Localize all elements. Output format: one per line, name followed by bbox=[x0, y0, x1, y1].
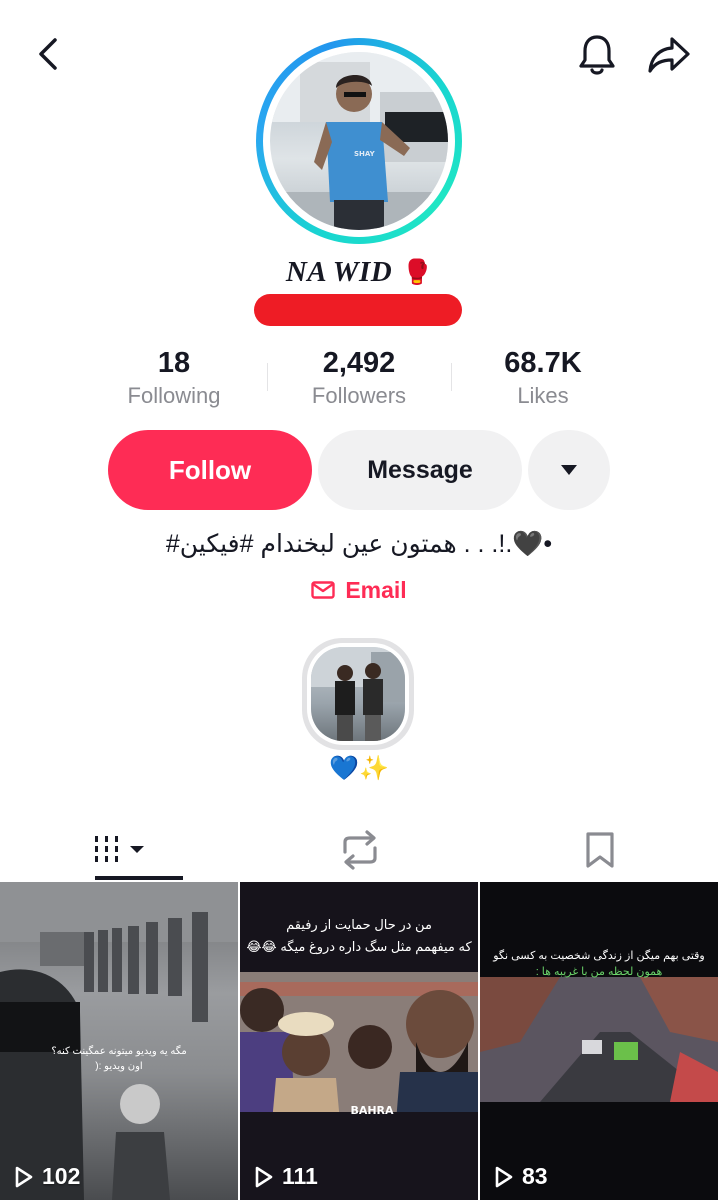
video-caption-line: که میفهمم مثل سگ داره دروغ میگه 😂😂 bbox=[246, 939, 472, 954]
svg-text:SHAY: SHAY bbox=[354, 150, 376, 158]
display-name: NA WID bbox=[285, 255, 393, 288]
avatar-photo-illustration: SHAY bbox=[270, 52, 448, 230]
following-label: Following bbox=[127, 383, 221, 408]
highlight-caption: 💙✨ bbox=[329, 755, 389, 782]
following-count: 18 bbox=[157, 347, 191, 379]
bookmark-icon bbox=[585, 832, 614, 868]
envelope-icon bbox=[311, 581, 336, 599]
avatar: SHAY bbox=[270, 52, 448, 230]
boxing-glove-emoji: 🥊 bbox=[402, 258, 433, 286]
video-caption-line: اون ویدیو :( bbox=[95, 1061, 143, 1072]
profile-tabs bbox=[0, 818, 718, 882]
story-highlight[interactable] bbox=[302, 638, 414, 750]
view-count: 111 bbox=[254, 1163, 318, 1190]
play-icon bbox=[495, 1166, 513, 1187]
video-caption-line: من در حال حمایت از رفیقم bbox=[286, 917, 432, 932]
followers-count: 2,492 bbox=[322, 347, 396, 379]
stat-divider bbox=[451, 363, 452, 391]
video-thumbnail-image bbox=[0, 882, 238, 1200]
back-button[interactable] bbox=[26, 32, 70, 76]
likes-label: Likes bbox=[517, 383, 569, 408]
view-count: 102 bbox=[14, 1163, 80, 1190]
follow-button[interactable]: Follow bbox=[108, 430, 312, 510]
caret-down-icon bbox=[561, 465, 577, 475]
bio-text: #همتون عین لبخندام #فیکین . . .!.🖤• bbox=[165, 530, 553, 558]
video-caption-line: وقتی بهم میگن از زندگی شخصیت به کسی نگو bbox=[493, 950, 705, 962]
email-label: Email bbox=[345, 576, 407, 603]
video-thumbnail[interactable]: وقتی بهم میگن از زندگی شخصیت به کسی نگو … bbox=[480, 882, 718, 1200]
tab-videos[interactable] bbox=[0, 818, 239, 882]
view-count-value: 102 bbox=[42, 1163, 81, 1189]
share-button[interactable] bbox=[644, 32, 694, 78]
repost-icon bbox=[342, 830, 377, 870]
active-tab-indicator bbox=[95, 876, 183, 880]
svg-text:BAHRA: BAHRA bbox=[350, 1104, 394, 1117]
message-button[interactable]: Message bbox=[318, 430, 522, 510]
tab-favorites[interactable] bbox=[480, 818, 718, 882]
play-icon bbox=[15, 1166, 33, 1187]
likes-count: 68.7K bbox=[504, 347, 582, 379]
highlight-photo-illustration bbox=[311, 647, 405, 741]
stat-following[interactable]: 18 Following bbox=[84, 344, 264, 410]
username-redaction-mark bbox=[254, 294, 462, 326]
video-thumbnail[interactable]: BAHRA من در حال حمایت از رفیقم که میفهمم… bbox=[240, 882, 478, 1200]
video-grid: مگه یه ویدیو میتونه عمگینت کنه؟ اون ویدی… bbox=[0, 882, 718, 1200]
video-thumbnail[interactable]: مگه یه ویدیو میتونه عمگینت کنه؟ اون ویدی… bbox=[0, 882, 238, 1200]
video-thumbnail-image bbox=[480, 882, 718, 1200]
stat-divider bbox=[267, 363, 268, 391]
email-link[interactable]: Email bbox=[0, 574, 718, 606]
grid-icon bbox=[94, 836, 144, 862]
play-icon bbox=[255, 1166, 273, 1187]
stat-likes[interactable]: 68.7K Likes bbox=[453, 344, 633, 410]
tab-reposts[interactable] bbox=[240, 818, 479, 882]
view-count-value: 111 bbox=[282, 1163, 318, 1189]
bell-icon bbox=[579, 35, 615, 75]
view-count: 83 bbox=[494, 1163, 548, 1190]
view-count-value: 83 bbox=[522, 1163, 548, 1189]
notifications-bell-button[interactable] bbox=[574, 32, 620, 78]
share-arrow-icon bbox=[648, 37, 690, 73]
followers-label: Followers bbox=[311, 383, 407, 408]
video-caption-line: همون لحظه من با غریبه ها : bbox=[535, 966, 663, 978]
avatar-story-ring[interactable]: SHAY bbox=[256, 38, 462, 244]
highlight-thumbnail bbox=[311, 647, 405, 741]
video-caption-line: مگه یه ویدیو میتونه عمگینت کنه؟ bbox=[51, 1046, 187, 1057]
display-name-row: NA WID 🥊 bbox=[0, 252, 718, 292]
profile-stats: 18 Following 2,492 Followers 68.7K Likes bbox=[0, 344, 718, 414]
chevron-left-icon bbox=[39, 38, 57, 70]
stat-followers[interactable]: 2,492 Followers bbox=[269, 344, 449, 410]
more-options-button[interactable] bbox=[528, 430, 610, 510]
